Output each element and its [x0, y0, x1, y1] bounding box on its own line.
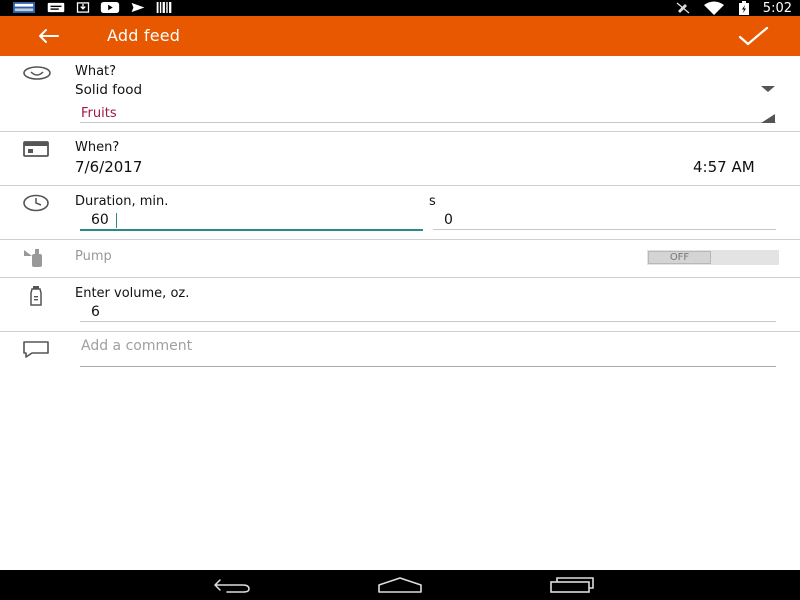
feed-type-select[interactable]: Solid food: [75, 82, 142, 98]
food-icon: [23, 66, 51, 80]
message-icon: [47, 2, 65, 13]
status-bar-notifications: [12, 2, 172, 13]
comment-input[interactable]: Add a comment: [81, 338, 192, 354]
back-nav-icon[interactable]: [207, 577, 251, 593]
send-icon: [131, 2, 145, 13]
spinner-corner-icon: [761, 114, 775, 123]
volume-input[interactable]: 6: [91, 304, 100, 320]
comment-underline: [80, 366, 776, 367]
check-icon[interactable]: [736, 22, 770, 50]
home-nav-icon[interactable]: [377, 576, 423, 594]
when-label: When?: [75, 140, 120, 155]
divider: [0, 131, 800, 132]
seconds-underline: [433, 229, 776, 230]
arrow-left-icon[interactable]: [34, 24, 62, 48]
what-label: What?: [75, 64, 117, 79]
food-subtype-select[interactable]: Fruits: [81, 106, 117, 121]
seconds-label: s: [429, 194, 436, 209]
status-bar: 5:02: [0, 0, 800, 16]
barcode-icon: [156, 2, 172, 13]
divider: [0, 331, 800, 332]
battery-charging-icon: [738, 1, 749, 15]
subtype-underline: [80, 122, 776, 123]
status-time: 5:02: [762, 0, 792, 16]
divider: [0, 185, 800, 186]
wifi-icon: [703, 1, 724, 15]
download-icon: [76, 2, 90, 13]
recents-nav-icon[interactable]: [549, 577, 595, 593]
calendar-icon: [23, 141, 49, 157]
youtube-icon: [100, 2, 120, 13]
breast-pump-icon: [24, 249, 42, 267]
status-bar-system: 5:02: [675, 0, 792, 16]
time-picker[interactable]: 4:57 AM: [693, 158, 755, 176]
date-picker[interactable]: 7/6/2017: [75, 158, 142, 176]
news-icon: [13, 2, 35, 13]
chevron-down-icon[interactable]: [761, 86, 775, 92]
pump-toggle[interactable]: OFF: [647, 250, 779, 265]
vibrate-off-icon: [676, 2, 690, 14]
navigation-bar: [0, 570, 800, 600]
app-bar: Add feed: [0, 16, 800, 56]
text-cursor: [116, 213, 117, 228]
volume-label: Enter volume, oz.: [75, 286, 190, 301]
bottle-icon: [30, 286, 42, 306]
comment-icon: [23, 341, 49, 358]
minutes-input[interactable]: 60: [91, 212, 109, 228]
duration-label: Duration, min.: [75, 194, 169, 209]
page-title: Add feed: [107, 26, 181, 45]
divider: [0, 239, 800, 240]
clock-icon: [23, 194, 49, 212]
divider: [0, 277, 800, 278]
volume-underline: [80, 321, 776, 322]
minutes-underline: [80, 229, 423, 231]
pump-label: Pump: [75, 249, 112, 264]
seconds-input[interactable]: 0: [444, 212, 453, 228]
pump-toggle-thumb: OFF: [648, 251, 711, 264]
